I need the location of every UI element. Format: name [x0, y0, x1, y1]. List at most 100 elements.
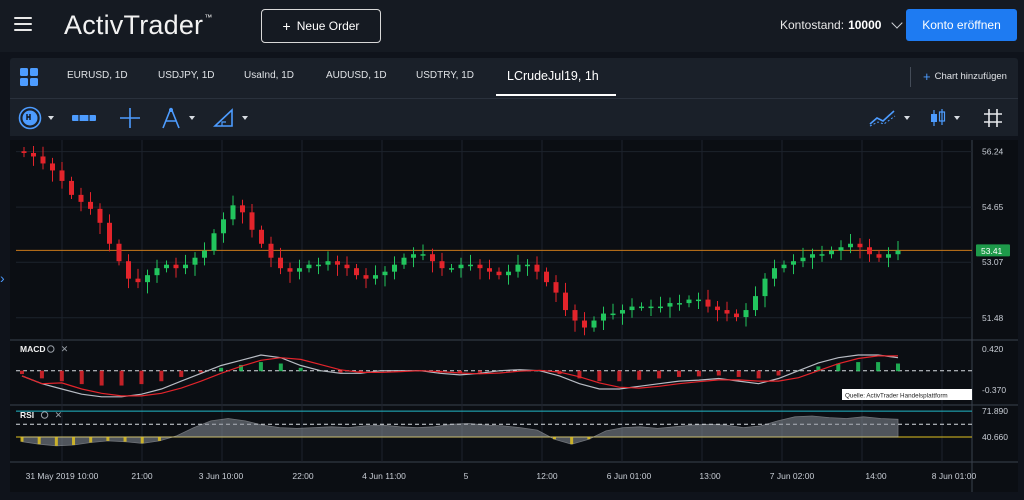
- candle-body: [848, 243, 853, 248]
- candle-body: [724, 310, 730, 314]
- candle-body: [135, 278, 141, 283]
- candle-body: [582, 320, 587, 328]
- candle-body: [268, 243, 274, 258]
- crosshair-icon: [120, 108, 140, 128]
- macd-histogram-bar: [756, 370, 761, 379]
- account-balance-dropdown[interactable]: Kontostand: 10000: [780, 17, 904, 32]
- indicators-button[interactable]: [868, 106, 910, 130]
- time-tick-label: 14:00: [865, 471, 887, 481]
- grid-lines-icon: [984, 109, 1002, 127]
- expand-panel-arrow[interactable]: ›: [0, 270, 5, 286]
- tab-usdjpy[interactable]: USDJPY, 1D: [158, 70, 215, 81]
- source-note: Quelle: ActivTrader Handelsplattform: [845, 393, 948, 400]
- candle-body: [857, 243, 863, 248]
- chart-tabs-bar: EURUSD, 1D USDJPY, 1D UsaInd, 1D AUDUSD,…: [10, 58, 1018, 98]
- candle-body: [829, 250, 834, 255]
- candle-body: [145, 275, 150, 283]
- candle-body: [249, 212, 255, 230]
- candle-body: [59, 170, 65, 181]
- menu-icon[interactable]: [14, 17, 32, 33]
- measure-button[interactable]: [212, 106, 248, 130]
- tab-audusd[interactable]: AUDUSD, 1D: [326, 70, 387, 81]
- candle-body: [316, 264, 321, 267]
- macd-histogram-bar: [20, 370, 24, 375]
- macd-signal-line: [21, 355, 898, 397]
- timeframe-button[interactable]: [18, 106, 54, 130]
- balance-label: Kontostand:: [780, 18, 845, 32]
- macd-histogram-bar: [776, 370, 781, 376]
- candle-body: [886, 254, 891, 258]
- candle-body: [373, 275, 378, 279]
- candle-body: [439, 261, 445, 269]
- plus-icon: +: [282, 18, 291, 34]
- new-order-button[interactable]: + Neue Order: [261, 9, 381, 43]
- candle-body: [810, 254, 815, 258]
- price-chart[interactable]: 56.24 54.65 53.07 51.48 53.41 0.420 -0.370 71…: [10, 140, 1018, 492]
- macd-histogram-bar: [876, 362, 881, 372]
- last-price-label: 53.41: [981, 246, 1003, 256]
- macd-histogram-bar: [597, 370, 602, 382]
- measure-icon: [212, 108, 233, 127]
- grid-toggle-button[interactable]: [982, 106, 1004, 130]
- time-axis: 31 May 2019 10:00 21:00 3 Jun 10:00 22:00 4 …: [26, 471, 977, 481]
- chevron-down-icon: [891, 17, 904, 29]
- candle-body: [306, 264, 312, 269]
- candle-body: [116, 243, 122, 262]
- chart-style-button[interactable]: [70, 106, 98, 130]
- candle-body: [696, 299, 701, 302]
- caret-down-icon: [954, 116, 960, 120]
- price-tick-label: 53.07: [982, 257, 1004, 267]
- time-tick-label: 5: [464, 471, 469, 481]
- tab-lcrudejul19[interactable]: LCrudeJul19, 1h: [507, 69, 599, 83]
- tab-usdtry[interactable]: USDTRY, 1D: [416, 70, 474, 81]
- candle-body: [563, 292, 568, 311]
- candle-body: [420, 254, 426, 256]
- candle-body: [753, 296, 758, 311]
- macd-histogram-bar: [677, 370, 681, 377]
- caret-down-icon: [48, 116, 54, 120]
- candle-body: [240, 205, 245, 213]
- timeframe-icon: [18, 106, 42, 130]
- time-tick-label: 8 Jun 01:00: [932, 471, 977, 481]
- time-tick-label: 4 Jun 11:00: [362, 471, 406, 481]
- candle-body: [686, 299, 692, 304]
- candle-body: [211, 233, 217, 251]
- candle-body: [677, 303, 682, 305]
- logo[interactable]: ActivTrader™: [64, 10, 212, 41]
- new-order-label: Neue Order: [296, 19, 360, 33]
- candle-body: [867, 247, 872, 255]
- add-chart-button[interactable]: + Chart hinzufügen: [923, 69, 1007, 84]
- rsi-area: [21, 415, 899, 447]
- candle-body: [430, 254, 435, 262]
- drawing-tools-button[interactable]: [159, 106, 195, 130]
- macd-histogram-bar: [278, 363, 283, 372]
- candle-body: [392, 264, 397, 272]
- candle-body: [762, 278, 768, 297]
- divider: [910, 67, 911, 87]
- open-account-button[interactable]: Konto eröffnen: [906, 9, 1017, 41]
- candle-type-button[interactable]: [928, 106, 960, 130]
- crosshair-button[interactable]: [118, 106, 142, 130]
- candle-body: [230, 205, 236, 220]
- macd-histogram-bar: [219, 367, 224, 372]
- candle-body: [629, 306, 635, 311]
- macd-histogram-bar: [119, 370, 124, 386]
- macd-histogram-bar: [59, 370, 64, 382]
- layout-grid-icon[interactable]: [20, 68, 38, 86]
- tab-eurusd[interactable]: EURUSD, 1D: [67, 70, 128, 81]
- macd-histogram-bar: [736, 370, 741, 377]
- macd-histogram-bar: [99, 370, 104, 386]
- tab-usaind[interactable]: UsaInd, 1D: [244, 70, 294, 81]
- candle-body: [658, 306, 663, 309]
- candle-body: [69, 180, 74, 195]
- balance-value: 10000: [848, 18, 882, 32]
- candle-body: [335, 261, 340, 265]
- macd-histogram-bar: [696, 370, 701, 377]
- candle-body: [164, 264, 169, 269]
- candle-body: [183, 264, 188, 269]
- plus-icon: +: [923, 69, 931, 84]
- macd-histogram-bar: [716, 370, 721, 376]
- close-icon: ✕: [61, 344, 69, 354]
- candle-body: [401, 257, 407, 265]
- candle-body: [819, 254, 825, 256]
